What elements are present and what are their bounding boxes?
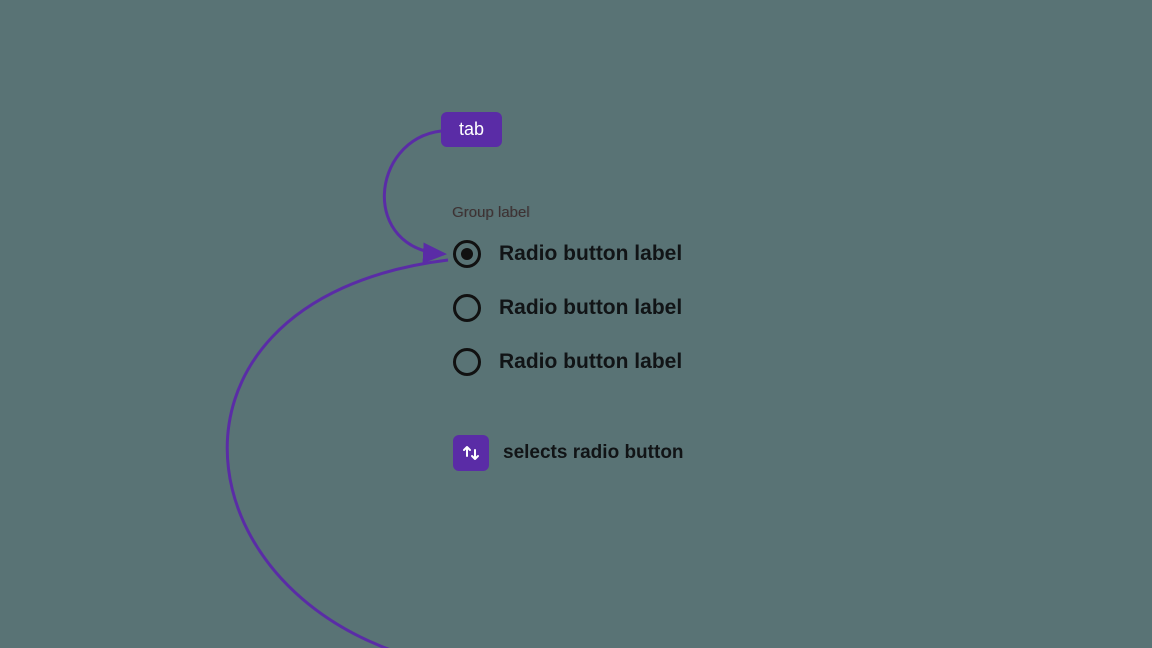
radio-option-3-label: Radio button label <box>499 350 682 374</box>
radio-dot-icon <box>461 248 473 260</box>
radio-option-2-label: Radio button label <box>499 296 682 320</box>
keyboard-hint-text: selects radio button <box>503 442 684 464</box>
connector-lines <box>0 0 1152 648</box>
radio-selected-icon <box>453 240 481 268</box>
radio-option-3[interactable]: Radio button label <box>453 348 682 376</box>
radio-group-label: Group label <box>452 204 530 221</box>
tab-key-label: tab <box>459 119 484 139</box>
up-down-arrows-key <box>453 435 489 471</box>
keyboard-hint: selects radio button <box>453 435 684 471</box>
radio-option-2[interactable]: Radio button label <box>453 294 682 322</box>
radio-unselected-icon <box>453 294 481 322</box>
radio-option-1-label: Radio button label <box>499 242 682 266</box>
radio-unselected-icon <box>453 348 481 376</box>
radio-option-1[interactable]: Radio button label <box>453 240 682 268</box>
tab-key-badge: tab <box>441 112 502 147</box>
up-down-arrows-icon <box>461 443 481 463</box>
diagram-stage: { "tab_key_label": "tab", "group_label":… <box>0 0 1152 648</box>
